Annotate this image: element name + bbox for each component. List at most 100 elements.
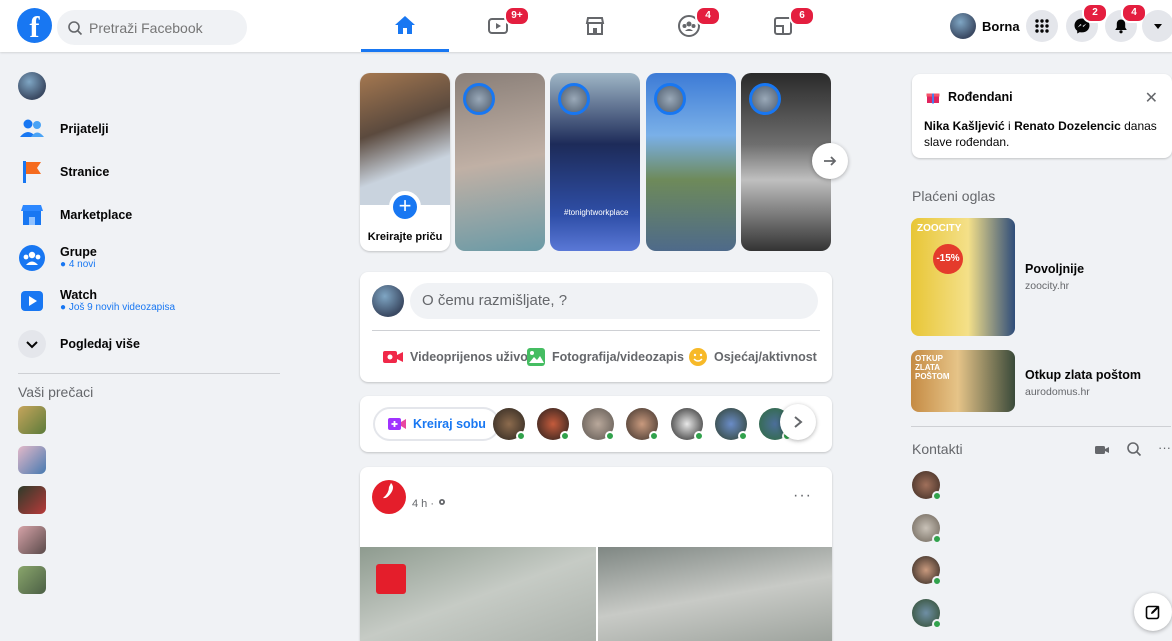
create-story-card[interactable]: + Kreirajte priču (360, 73, 450, 251)
sidebar-see-more[interactable]: Pogledaj više (8, 322, 280, 365)
sidebar-item-profile[interactable] (8, 64, 280, 107)
smiley-icon (689, 348, 707, 366)
online-indicator (605, 431, 615, 441)
ad-item[interactable]: OTKUP ZLATA POŠTOM Otkup zlata poštom au… (911, 350, 1141, 412)
story-avatar (654, 83, 686, 115)
top-bar: f 9+ 4 6 Borna 2 4 (0, 0, 1172, 52)
story-card[interactable] (455, 73, 545, 251)
home-icon (395, 15, 415, 34)
ad-item[interactable]: ZOOCITY -15% Povoljnije zoocity.hr (911, 218, 1084, 336)
ad-brand: OTKUP ZLATA POŠTOM (915, 354, 950, 381)
ad-brand: ZOOCITY (917, 223, 962, 234)
gaming-badge: 6 (789, 6, 815, 26)
rooms-bar: Kreiraj sobu (360, 396, 832, 452)
room-contact-avatar[interactable] (493, 408, 526, 441)
see-more-label: Pogledaj više (60, 336, 140, 351)
facebook-logo[interactable]: f (17, 8, 52, 43)
notifications-button[interactable]: 4 (1105, 3, 1147, 42)
sidebar-item-label: Grupe (60, 245, 97, 259)
create-room-button[interactable]: Kreiraj sobu (373, 407, 500, 441)
shortcut-item[interactable] (18, 446, 46, 474)
caret-down-icon (1154, 24, 1162, 29)
online-indicator (932, 576, 942, 586)
story-avatar (558, 83, 590, 115)
live-video-button[interactable]: Videoprijenos uživo (382, 342, 528, 372)
room-contact-avatar[interactable] (626, 408, 659, 441)
composer-input[interactable]: O čemu razmišljate, ? (410, 283, 818, 319)
tab-watch[interactable]: 9+ (454, 0, 542, 52)
contact-avatar[interactable] (912, 514, 942, 544)
more-options-icon[interactable]: ··· (1158, 440, 1171, 455)
contacts-title: Kontakti (912, 441, 963, 457)
tab-home[interactable] (361, 0, 449, 52)
photo-video-label: Fotografija/videozapis (552, 350, 684, 364)
discount-badge: -15% (933, 244, 963, 274)
create-story-label: Kreirajte priču (367, 231, 443, 243)
menu-button[interactable] (1026, 10, 1058, 42)
messenger-badge: 2 (1082, 3, 1108, 23)
sidebar-item-sub: ● Još 9 novih videozapisa (60, 302, 176, 313)
story-card[interactable]: #tonightworkplace (550, 73, 640, 251)
account-button[interactable] (1142, 10, 1172, 42)
ad-name: Otkup zlata poštom (1025, 368, 1141, 382)
tab-marketplace[interactable] (551, 0, 639, 52)
contact-avatar[interactable] (912, 556, 942, 586)
photo-icon (527, 348, 545, 366)
stories-next-button[interactable] (812, 143, 848, 179)
search-box[interactable] (57, 10, 247, 45)
post-page-avatar[interactable] (372, 480, 406, 514)
sidebar-item-friends[interactable]: Prijatelji (8, 107, 280, 150)
sidebar-item-marketplace[interactable]: Marketplace (8, 193, 280, 236)
shortcut-item[interactable] (18, 526, 46, 554)
ad-name: Povoljnije (1025, 262, 1085, 276)
shortcut-item[interactable] (18, 566, 46, 594)
feeling-button[interactable]: Osjećaj/aktivnost (688, 342, 817, 372)
post-image-logo (376, 564, 406, 594)
post-image-right[interactable] (598, 547, 832, 641)
composer-divider (372, 330, 820, 331)
post-time[interactable]: 4 h · (412, 497, 447, 510)
sidebar-item-groups[interactable]: Grupe ● 4 novi (8, 236, 280, 279)
photo-video-button[interactable]: Fotografija/videozapis (526, 342, 684, 372)
sidebar-item-pages[interactable]: Stranice (8, 150, 280, 193)
create-story-photo (360, 73, 450, 205)
ad-thumbnail: ZOOCITY -15% (911, 218, 1015, 336)
video-call-icon[interactable] (1094, 444, 1110, 456)
story-card[interactable] (646, 73, 736, 251)
online-indicator (694, 431, 704, 441)
sidebar-item-watch[interactable]: Watch ● Još 9 novih videozapisa (8, 279, 280, 322)
profile-chip[interactable]: Borna (950, 10, 1020, 42)
shortcut-item[interactable] (18, 406, 46, 434)
marketplace-icon (18, 201, 46, 229)
room-contact-avatar[interactable] (671, 408, 704, 441)
close-icon[interactable]: ✕ (1145, 88, 1158, 108)
tab-groups[interactable]: 4 (645, 0, 733, 52)
sidebar-item-label: Marketplace (60, 207, 133, 222)
video-plus-icon (388, 418, 406, 430)
room-contact-avatar[interactable] (582, 408, 615, 441)
shortcut-item[interactable] (18, 486, 46, 514)
watch-badge: 9+ (504, 6, 530, 26)
story-caption: #tonightworkplace (564, 208, 629, 217)
marketplace-icon (585, 17, 605, 35)
contact-avatar[interactable] (912, 599, 942, 629)
rooms-next-button[interactable] (780, 404, 816, 440)
sponsored-title: Plaćeni oglas (912, 188, 996, 204)
post-image-left[interactable] (360, 547, 596, 641)
gift-icon (926, 93, 940, 104)
messenger-button[interactable]: 2 (1066, 3, 1108, 42)
room-contact-avatar[interactable] (537, 408, 570, 441)
sidebar-item-label: Stranice (60, 164, 110, 179)
online-indicator (560, 431, 570, 441)
tab-gaming[interactable]: 6 (739, 0, 827, 52)
sidebar-item-label: Prijatelji (60, 121, 109, 136)
search-input[interactable] (89, 19, 239, 36)
search-icon[interactable] (1126, 441, 1142, 457)
feed-post: 4 h · ··· (360, 467, 832, 641)
new-message-button[interactable] (1134, 593, 1172, 631)
room-contact-avatar[interactable] (715, 408, 748, 441)
contact-avatar[interactable] (912, 471, 942, 501)
post-options-button[interactable]: ··· (793, 487, 812, 505)
left-sidebar: Prijatelji Stranice Marketplace Grupe ● … (8, 64, 280, 606)
groups-icon (18, 244, 46, 272)
